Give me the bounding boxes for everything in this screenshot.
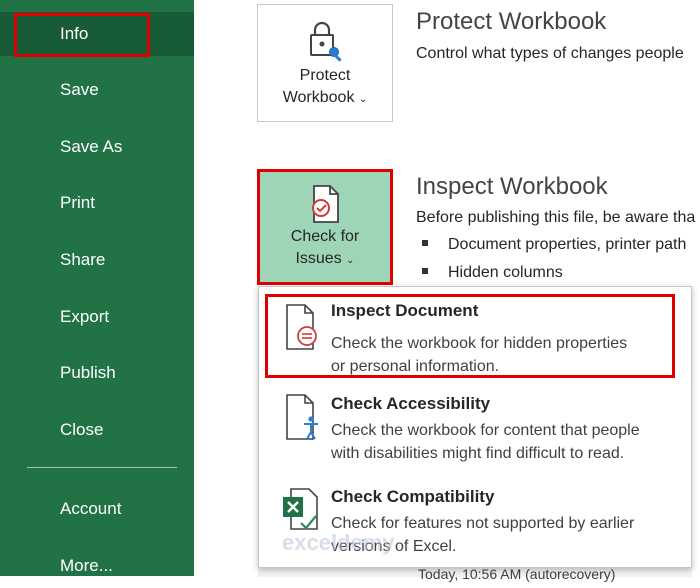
lock-icon [310,21,342,62]
nav-save-as[interactable]: Save As [0,125,194,169]
issues-label-line1: Check for [290,228,360,245]
backstage-sidebar: Info Save Save As Print Share Export Pub… [0,0,194,576]
menu-item-check-accessibility[interactable]: Check Accessibility Check the workbook f… [259,385,691,473]
chevron-down-icon: ⌄ [346,255,355,266]
nav-print-label: Print [60,193,95,212]
nav-info[interactable]: Info [0,12,194,56]
protect-button-label: Protect Workbook ⌄ [283,65,368,111]
inspect-bullet-text-1: Document properties, printer path [448,236,687,253]
nav-close[interactable]: Close [0,408,194,452]
inspect-document-title: Inspect Document [331,301,479,320]
autorecover-text: Today, 10:56 AM (autorecovery) [418,566,616,582]
nav-more-label: More... [60,556,113,575]
nav-publish-label: Publish [60,363,116,382]
nav-account[interactable]: Account [0,487,194,531]
protect-workbook-button[interactable]: Protect Workbook ⌄ [257,4,393,122]
check-accessibility-title: Check Accessibility [331,394,491,413]
inspect-workbook-title: Inspect Workbook [416,173,608,200]
nav-save[interactable]: Save [0,68,194,112]
inspect-bullet-text-2: Hidden columns [448,264,563,281]
nav-close-label: Close [60,420,104,439]
inspect-bullet: Hidden columns [422,264,563,282]
protect-label-line1: Protect [299,67,351,84]
inspect-document-desc-2: or personal information. [331,358,500,375]
inspect-document-desc-1: Check the workbook for hidden properties [331,335,628,352]
document-check-icon [312,185,339,223]
inspect-bullet: Document properties, printer path [422,236,686,254]
nav-share[interactable]: Share [0,238,194,282]
nav-share-label: Share [60,250,106,269]
nav-more[interactable]: More... [0,544,194,588]
nav-divider [27,467,177,468]
inspect-document-icon [286,304,317,350]
accessibility-icon [286,394,318,440]
watermark-text: exceldemy [282,530,395,555]
nav-publish[interactable]: Publish [0,351,194,395]
nav-save-as-label: Save As [60,137,123,156]
protect-workbook-desc: Control what types of changes people [416,45,684,62]
issues-button-label: Check for Issues ⌄ [291,226,359,272]
check-accessibility-desc-2: with disabilities might find difficult t… [331,445,625,462]
compatibility-icon [283,488,318,530]
check-issues-dropdown: Inspect Document Check the workbook for … [258,286,692,568]
inspect-workbook-desc: Before publishing this file, be aware th… [416,209,696,226]
issues-label-line2: Issues [295,250,342,267]
chevron-down-icon: ⌄ [358,94,368,105]
nav-info-label: Info [60,24,89,43]
bullet-icon [422,239,428,246]
check-accessibility-desc-1: Check the workbook for content that peop… [331,422,640,439]
protect-label-line2: Workbook [282,89,355,106]
bullet-icon [422,267,428,274]
nav-save-label: Save [60,80,99,99]
check-for-issues-button[interactable]: Check for Issues ⌄ [258,171,392,283]
protect-workbook-title: Protect Workbook [416,8,607,35]
nav-account-label: Account [60,499,122,518]
nav-export[interactable]: Export [0,295,194,339]
menu-item-inspect-document[interactable]: Inspect Document Check the workbook for … [259,293,691,379]
nav-export-label: Export [60,307,110,326]
nav-print[interactable]: Print [0,181,194,225]
check-compatibility-title: Check Compatibility [331,487,495,506]
